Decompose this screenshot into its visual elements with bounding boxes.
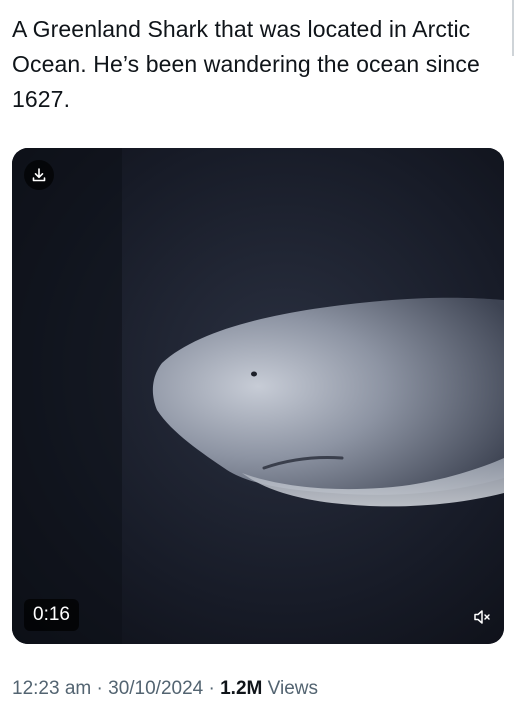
mute-button[interactable] (468, 603, 496, 631)
views-count: 1.2M (220, 678, 263, 699)
download-button[interactable] (24, 160, 54, 190)
tweet-time[interactable]: 12:23 am (12, 678, 91, 699)
tweet-text: A Greenland Shark that was located in Ar… (12, 16, 480, 112)
scrollbar[interactable] (512, 0, 514, 56)
meta-separator: · (208, 678, 215, 699)
tweet-meta: 12:23 am · 30/10/2024 · 1.2M Views (12, 676, 318, 702)
shark-eye (251, 371, 257, 377)
tweet-date[interactable]: 30/10/2024 (108, 678, 203, 699)
views-label: Views (267, 678, 318, 699)
meta-separator: · (96, 678, 103, 699)
video-player[interactable]: 0:16 (12, 148, 504, 644)
speaker-muted-icon (474, 610, 490, 624)
video-frame (12, 148, 504, 644)
download-icon (32, 168, 46, 182)
video-duration: 0:16 (24, 599, 79, 631)
tweet-detail: A Greenland Shark that was located in Ar… (0, 0, 516, 720)
